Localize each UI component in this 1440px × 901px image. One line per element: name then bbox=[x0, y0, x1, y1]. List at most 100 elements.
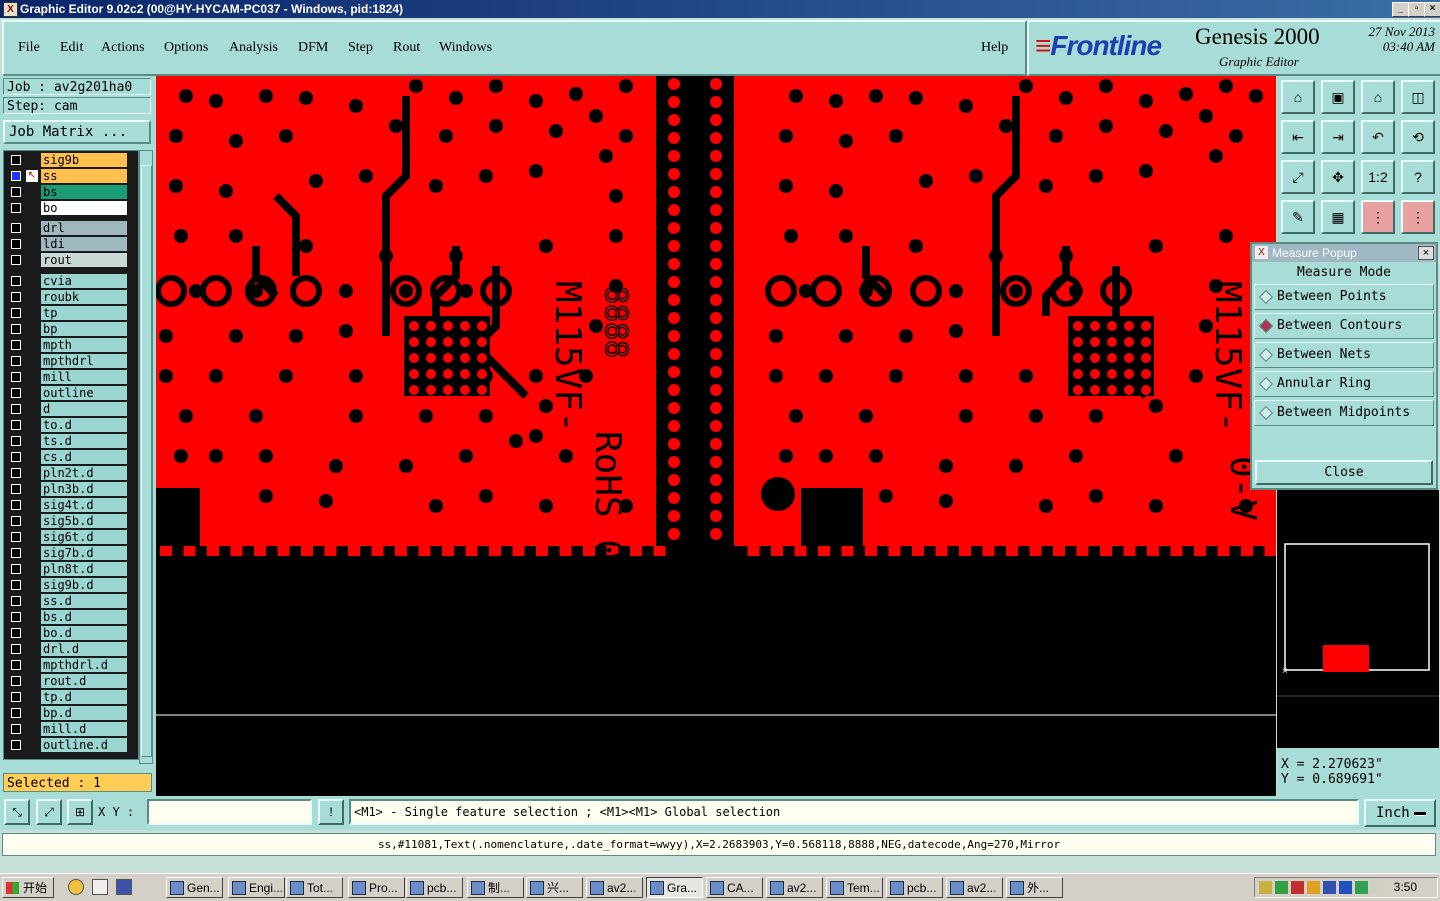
layer-checkbox[interactable] bbox=[11, 708, 21, 718]
layer-checkbox[interactable] bbox=[11, 155, 21, 165]
layer-checkbox[interactable] bbox=[11, 388, 21, 398]
layer-row-sig9b-d[interactable]: sig9b.d bbox=[6, 578, 136, 592]
layer-row-ldi[interactable]: ldi bbox=[6, 237, 136, 251]
layer-checkbox[interactable] bbox=[11, 468, 21, 478]
layer-name[interactable]: mill.d bbox=[41, 722, 127, 736]
layer-row-outline[interactable]: outline bbox=[6, 386, 136, 400]
layer-checkbox[interactable] bbox=[11, 276, 21, 286]
taskbar-item[interactable]: 制... bbox=[467, 877, 524, 898]
option-between-points[interactable]: Between Points bbox=[1254, 284, 1434, 310]
minimize-button[interactable]: _ bbox=[1392, 2, 1409, 17]
job-matrix-button[interactable]: Job Matrix ... bbox=[3, 120, 151, 144]
layer-row-rout-d[interactable]: rout.d bbox=[6, 674, 136, 688]
menu-help[interactable]: Help bbox=[981, 40, 1008, 56]
layer-checkbox[interactable] bbox=[11, 404, 21, 414]
layer-row-sig6t-d[interactable]: sig6t.d bbox=[6, 530, 136, 544]
layer-name[interactable]: outline bbox=[41, 386, 127, 400]
taskbar-item[interactable]: 兴... bbox=[526, 877, 583, 898]
layer-checkbox[interactable] bbox=[11, 564, 21, 574]
layer-name[interactable]: rout bbox=[41, 253, 127, 267]
layer-row-ss-d[interactable]: ss.d bbox=[6, 594, 136, 608]
taskbar-item[interactable]: 外... bbox=[1006, 877, 1063, 898]
layer-name[interactable]: cs.d bbox=[41, 450, 127, 464]
layer-name[interactable]: mpthdrl.d bbox=[41, 658, 127, 672]
grid-icon[interactable]: ▦ bbox=[1321, 200, 1355, 234]
option-between-contours[interactable]: Between Contours bbox=[1254, 313, 1434, 339]
layer-row-pln2t-d[interactable]: pln2t.d bbox=[6, 466, 136, 480]
layer-name[interactable]: tp.d bbox=[41, 690, 127, 704]
option-between-midpoints[interactable]: Between Midpoints bbox=[1254, 400, 1434, 426]
layer-name[interactable]: bo bbox=[41, 201, 127, 215]
layer-row-bo[interactable]: bo bbox=[6, 201, 136, 215]
layer-row-cvia[interactable]: cvia bbox=[6, 274, 136, 288]
layer-checkbox[interactable] bbox=[11, 452, 21, 462]
one-to-one-icon[interactable]: 1:2 bbox=[1361, 160, 1395, 194]
layer-name[interactable]: to.d bbox=[41, 418, 127, 432]
menu-dfm[interactable]: DFM bbox=[298, 40, 328, 56]
layer-name[interactable]: bp.d bbox=[41, 706, 127, 720]
layer-row-bo-d[interactable]: bo.d bbox=[6, 626, 136, 640]
layer-checkbox[interactable] bbox=[11, 548, 21, 558]
layer-checkbox[interactable] bbox=[11, 308, 21, 318]
undo-view-icon[interactable]: ↶ bbox=[1361, 120, 1395, 154]
layer-checkbox[interactable] bbox=[11, 340, 21, 350]
layers-red-2-icon[interactable]: ⋮ bbox=[1401, 200, 1435, 234]
layer-name[interactable]: drl bbox=[41, 221, 127, 235]
layer-checkbox[interactable] bbox=[11, 436, 21, 446]
layer-name[interactable]: pln8t.d bbox=[41, 562, 127, 576]
layer-name[interactable]: roubk bbox=[41, 290, 127, 304]
tray-network-icon[interactable] bbox=[1323, 881, 1336, 894]
layer-name[interactable]: rout.d bbox=[41, 674, 127, 688]
layer-name[interactable]: pln2t.d bbox=[41, 466, 127, 480]
home-icon[interactable]: ⌂ bbox=[1281, 80, 1315, 114]
layer-name[interactable]: sig5b.d bbox=[41, 514, 127, 528]
option-annular-ring[interactable]: Annular Ring bbox=[1254, 371, 1434, 397]
layer-row-mill-d[interactable]: mill.d bbox=[6, 722, 136, 736]
layer-row-mpth[interactable]: mpth bbox=[6, 338, 136, 352]
layer-name[interactable]: sig6t.d bbox=[41, 530, 127, 544]
layer-checkbox[interactable] bbox=[11, 171, 21, 181]
overview-window[interactable]: × bbox=[1277, 490, 1439, 748]
layer-name[interactable]: pln3b.d bbox=[41, 482, 127, 496]
layer-checkbox[interactable] bbox=[11, 187, 21, 197]
layer-name[interactable]: outline.d bbox=[41, 738, 127, 752]
option-between-nets[interactable]: Between Nets bbox=[1254, 342, 1434, 368]
close-icon[interactable]: × bbox=[1418, 246, 1434, 260]
menu-edit[interactable]: Edit bbox=[60, 40, 83, 56]
layer-row-mpthdrl[interactable]: mpthdrl bbox=[6, 354, 136, 368]
layer-name[interactable]: ldi bbox=[41, 237, 127, 251]
tray-s-icon[interactable] bbox=[1355, 881, 1368, 894]
taskbar-item[interactable]: Tot... bbox=[286, 877, 343, 898]
taskbar-item[interactable]: Gra... bbox=[646, 877, 703, 898]
layer-name[interactable]: ts.d bbox=[41, 434, 127, 448]
layer-row-outline-d[interactable]: outline.d bbox=[6, 738, 136, 752]
graphic-canvas[interactable]: M115VF- RoHS 0-V M115VF- 0-V 8888 bbox=[156, 76, 1276, 796]
zoom-center-icon[interactable]: ✥ bbox=[1321, 160, 1355, 194]
layer-name[interactable]: mill bbox=[41, 370, 127, 384]
layer-checkbox[interactable] bbox=[11, 356, 21, 366]
layer-row-sig4t-d[interactable]: sig4t.d bbox=[6, 498, 136, 512]
layer-row-bp[interactable]: bp bbox=[6, 322, 136, 336]
menu-windows[interactable]: Windows bbox=[439, 40, 492, 56]
layer-checkbox[interactable] bbox=[11, 516, 21, 526]
tray-tool-icon[interactable] bbox=[1259, 881, 1272, 894]
layer-name[interactable]: sig9b.d bbox=[41, 578, 127, 592]
layer-checkbox[interactable] bbox=[11, 532, 21, 542]
edit-app-icon[interactable] bbox=[92, 879, 108, 895]
layer-scrollbar[interactable] bbox=[139, 150, 153, 764]
house-icon[interactable]: ⌂ bbox=[1361, 80, 1395, 114]
layer-name[interactable]: bs bbox=[41, 185, 127, 199]
layer-name[interactable]: bp bbox=[41, 322, 127, 336]
layer-name[interactable]: tp bbox=[41, 306, 127, 320]
menu-analysis[interactable]: Analysis bbox=[229, 40, 278, 56]
layer-name[interactable]: d bbox=[41, 402, 127, 416]
layer-row-drl[interactable]: drl bbox=[6, 221, 136, 235]
frame-icon[interactable]: ▣ bbox=[1321, 80, 1355, 114]
layer-row-mpthdrl-d[interactable]: mpthdrl.d bbox=[6, 658, 136, 672]
layer-checkbox[interactable] bbox=[11, 292, 21, 302]
layer-checkbox[interactable] bbox=[11, 324, 21, 334]
taskbar-item[interactable]: CA... bbox=[706, 877, 763, 898]
snap-icon[interactable]: ⤡ bbox=[4, 799, 30, 825]
tray-volume-icon[interactable] bbox=[1371, 881, 1384, 894]
layer-row-sig9b[interactable]: sig9b bbox=[6, 153, 136, 167]
